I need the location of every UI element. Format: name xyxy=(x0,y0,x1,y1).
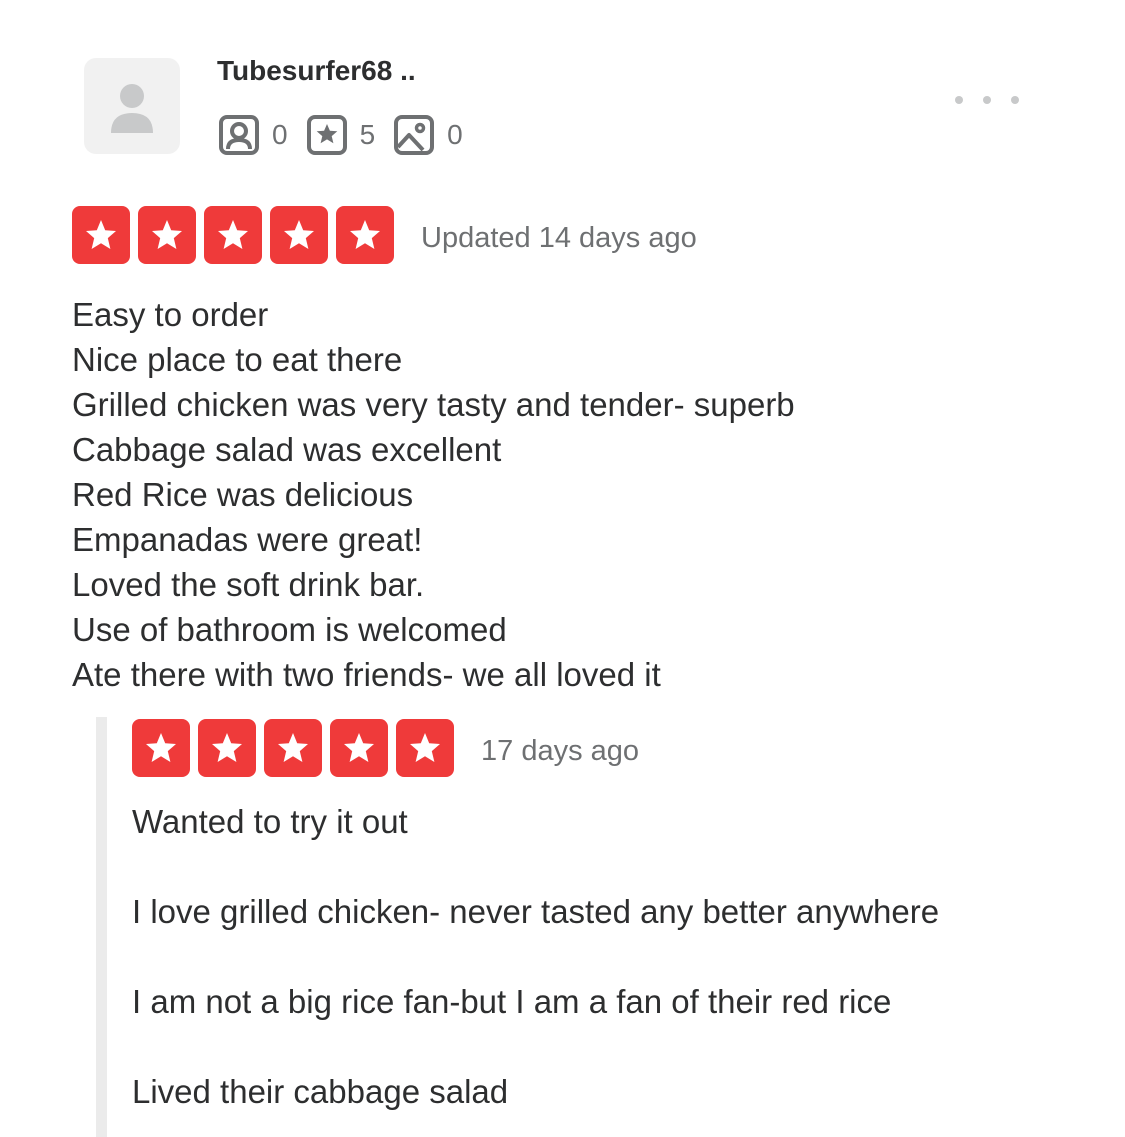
photos-count-value: 0 xyxy=(447,119,463,150)
previous-review-date: 17 days ago xyxy=(481,735,640,767)
review-date: Updated 14 days ago xyxy=(421,222,697,254)
review-line: Nice place to eat there xyxy=(72,341,403,378)
star-icon xyxy=(138,206,196,264)
star-icon xyxy=(396,719,454,777)
star-icon xyxy=(330,719,388,777)
photos-count: 0 xyxy=(393,114,463,156)
reviews-count-value: 5 xyxy=(359,119,376,150)
review-line: I love grilled chicken- never tasted any… xyxy=(132,893,940,930)
star-rating xyxy=(72,206,402,264)
avatar[interactable] xyxy=(84,58,180,154)
user-name[interactable]: Tubesurfer68 .. xyxy=(217,52,416,90)
star-icon xyxy=(264,719,322,777)
star-icon xyxy=(72,206,130,264)
previous-review-text: Wanted to try it out I love grilled chic… xyxy=(132,799,1112,1114)
star-icon xyxy=(198,719,256,777)
more-options-button[interactable] xyxy=(955,86,1019,114)
friends-count: 0 xyxy=(218,114,288,156)
reviews-star-icon xyxy=(306,115,347,155)
previous-review-thread-line xyxy=(96,717,107,1137)
previous-star-rating xyxy=(132,719,462,777)
review-line: Red Rice was delicious xyxy=(72,476,414,513)
more-options-icon xyxy=(983,96,991,104)
more-options-icon xyxy=(1011,96,1019,104)
review-line: Easy to order xyxy=(72,296,269,333)
friends-count-value: 0 xyxy=(272,119,288,150)
review-line: Cabbage salad was excellent xyxy=(72,431,502,468)
review-line: Grilled chicken was very tasty and tende… xyxy=(72,386,795,423)
photos-icon xyxy=(394,115,435,155)
more-options-icon xyxy=(955,96,963,104)
review-text: Easy to order Nice place to eat there Gr… xyxy=(72,292,1072,697)
review-line: Use of bathroom is welcomed xyxy=(72,611,507,648)
user-placeholder-icon xyxy=(111,84,153,133)
star-icon xyxy=(132,719,190,777)
review-line: I am not a big rice fan-but I am a fan o… xyxy=(132,983,892,1020)
review-line: Ate there with two friends- we all loved… xyxy=(72,656,661,693)
star-icon xyxy=(336,206,394,264)
review-line: Loved the soft drink bar. xyxy=(72,566,425,603)
review-line: Wanted to try it out xyxy=(132,803,408,840)
star-icon xyxy=(270,206,328,264)
user-stats: 0 5 0 xyxy=(218,114,481,156)
reviews-count: 5 xyxy=(306,114,376,156)
review-line: Lived their cabbage salad xyxy=(132,1073,509,1110)
review-line: Empanadas were great! xyxy=(72,521,423,558)
star-icon xyxy=(204,206,262,264)
friends-icon xyxy=(219,115,259,155)
